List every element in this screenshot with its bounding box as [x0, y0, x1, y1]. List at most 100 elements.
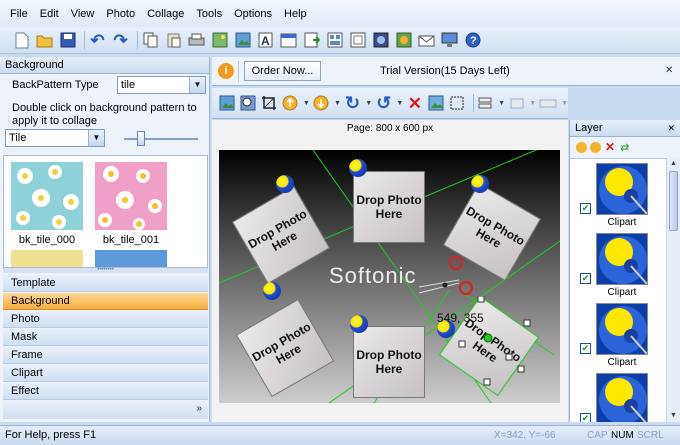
- canvas-toolbar: ▼ ▼ ↻ ▼ ↺ ▼ ✕ ▼ ▼ ▼: [212, 88, 568, 119]
- close-icon[interactable]: ✕: [665, 65, 673, 76]
- layer-up-icon[interactable]: [576, 141, 587, 153]
- delete-icon[interactable]: ✕: [406, 94, 423, 113]
- template-icon[interactable]: [325, 31, 344, 50]
- category-background[interactable]: Background: [3, 293, 208, 310]
- delete-icon[interactable]: ✕: [605, 140, 615, 154]
- watermark-text: Softonic: [329, 263, 417, 288]
- scroll-down-icon[interactable]: ▼: [667, 410, 680, 422]
- zoom-image-icon[interactable]: [239, 94, 256, 113]
- chevron-down-icon[interactable]: ▼: [334, 100, 341, 107]
- layer-visible-checkbox[interactable]: ✔: [580, 273, 591, 284]
- fit-image-icon[interactable]: [218, 94, 235, 113]
- new-icon[interactable]: [12, 31, 31, 50]
- drop-photo-text: Drop Photo Here: [356, 193, 422, 221]
- menu-edit[interactable]: Edit: [40, 8, 59, 20]
- menu-photo[interactable]: Photo: [106, 8, 135, 20]
- scrollbar-thumb[interactable]: [669, 171, 678, 231]
- photo-slot-5[interactable]: Drop Photo Here: [353, 326, 425, 398]
- layer-thumb[interactable]: [596, 373, 648, 422]
- category-effect[interactable]: Effect: [3, 383, 208, 400]
- category-photo[interactable]: Photo: [3, 311, 208, 328]
- scroll-up-icon[interactable]: ▲: [667, 158, 680, 170]
- category-mask[interactable]: Mask: [3, 329, 208, 346]
- export-icon[interactable]: [302, 31, 321, 50]
- order-now-button[interactable]: Order Now...: [244, 61, 321, 81]
- photo-slot-2[interactable]: Drop Photo Here: [353, 171, 425, 243]
- layout-disabled-icon[interactable]: [508, 94, 525, 113]
- refresh-icon[interactable]: ⇄: [620, 141, 629, 154]
- trial-text: Trial Version(15 Days Left): [380, 65, 510, 77]
- copy-icon[interactable]: [141, 31, 160, 50]
- menu-view[interactable]: View: [71, 8, 95, 20]
- splitter-handle[interactable]: ••••••••: [3, 267, 208, 273]
- select-area-icon[interactable]: [449, 94, 466, 113]
- layer-thumb[interactable]: [596, 163, 648, 215]
- hint-text: Double click on background pattern to ap…: [12, 102, 197, 127]
- group-disabled-icon[interactable]: [539, 94, 557, 113]
- open-icon[interactable]: [35, 31, 54, 50]
- chevron-down-icon[interactable]: ▼: [498, 100, 505, 107]
- menu-options[interactable]: Options: [234, 8, 272, 20]
- backpattern-select[interactable]: tile ▼: [117, 76, 206, 94]
- layer-visible-checkbox[interactable]: ✔: [580, 343, 591, 354]
- menu-help[interactable]: Help: [284, 8, 307, 20]
- toolbar-separator: [84, 31, 85, 49]
- mask-icon[interactable]: [371, 31, 390, 50]
- pushpin-icon: [471, 175, 489, 193]
- pattern-thumb-2[interactable]: [11, 250, 83, 267]
- text-icon[interactable]: A: [256, 31, 275, 50]
- pattern-thumb-3[interactable]: [95, 250, 167, 267]
- frame-icon[interactable]: [348, 31, 367, 50]
- category-clipart[interactable]: Clipart: [3, 365, 208, 382]
- help-icon[interactable]: ?: [463, 31, 482, 50]
- layer-down-icon[interactable]: [590, 141, 601, 153]
- slider-thumb[interactable]: [136, 131, 145, 146]
- chevron-down-icon[interactable]: ▼: [303, 100, 310, 107]
- clipart-icon[interactable]: [394, 31, 413, 50]
- layer-thumb[interactable]: [596, 233, 648, 285]
- calendar-icon[interactable]: [279, 31, 298, 50]
- replace-image-icon[interactable]: [428, 94, 445, 113]
- layer-scrollbar[interactable]: ▲ ▼: [666, 158, 680, 422]
- monitor-icon[interactable]: [440, 31, 459, 50]
- layer-label: Clipart: [607, 287, 637, 298]
- status-bar: For Help, press F1 X=342, Y=-66 CAP NUM …: [0, 425, 680, 445]
- chevron-double-right-icon[interactable]: »: [196, 403, 202, 414]
- bring-forward-icon[interactable]: [282, 94, 299, 113]
- menu-tools[interactable]: Tools: [196, 8, 222, 20]
- category-frame[interactable]: Frame: [3, 347, 208, 364]
- tile-select[interactable]: Tile ▼: [5, 129, 105, 147]
- email-icon[interactable]: [417, 31, 436, 50]
- image-add-icon[interactable]: [233, 31, 252, 50]
- pattern-grid: bk_tile_000 bk_tile_001: [3, 155, 208, 268]
- rotate-left-icon[interactable]: ↺: [375, 94, 392, 113]
- print-icon[interactable]: [187, 31, 206, 50]
- layer-visible-checkbox[interactable]: ✔: [580, 413, 591, 422]
- send-backward-icon[interactable]: [313, 94, 330, 113]
- menu-collage[interactable]: Collage: [147, 8, 184, 20]
- category-template[interactable]: Template: [3, 275, 208, 292]
- paste-icon[interactable]: [164, 31, 183, 50]
- align-icon[interactable]: [477, 94, 494, 113]
- status-scrl: SCRL: [637, 430, 664, 441]
- crop-icon[interactable]: [260, 94, 277, 113]
- close-icon[interactable]: ✕: [667, 120, 675, 136]
- undo-icon[interactable]: ↶: [88, 31, 107, 50]
- layer-thumb[interactable]: [596, 303, 648, 355]
- pattern-thumb-1[interactable]: [95, 162, 167, 230]
- chevron-down-icon[interactable]: ▼: [529, 100, 536, 107]
- chevron-down-icon[interactable]: ▼: [396, 100, 403, 107]
- pattern-thumb-0[interactable]: [11, 162, 83, 230]
- chevron-down-icon[interactable]: ▼: [365, 100, 372, 107]
- collage-page[interactable]: Softonic Drop Photo Here Drop Photo Here…: [219, 150, 560, 403]
- image-icon[interactable]: [210, 31, 229, 50]
- redo-icon[interactable]: ↷: [111, 31, 130, 50]
- rotate-right-icon[interactable]: ↻: [344, 94, 361, 113]
- chevron-down-icon[interactable]: ▼: [561, 100, 568, 107]
- drop-photo-text: Drop Photo Here: [245, 206, 310, 254]
- drop-photo-text: Drop Photo Here: [249, 319, 314, 367]
- save-icon[interactable]: [58, 31, 77, 50]
- menu-file[interactable]: File: [10, 8, 28, 20]
- layer-toolbar: ✕ ⇄: [570, 138, 680, 156]
- layer-visible-checkbox[interactable]: ✔: [580, 203, 591, 214]
